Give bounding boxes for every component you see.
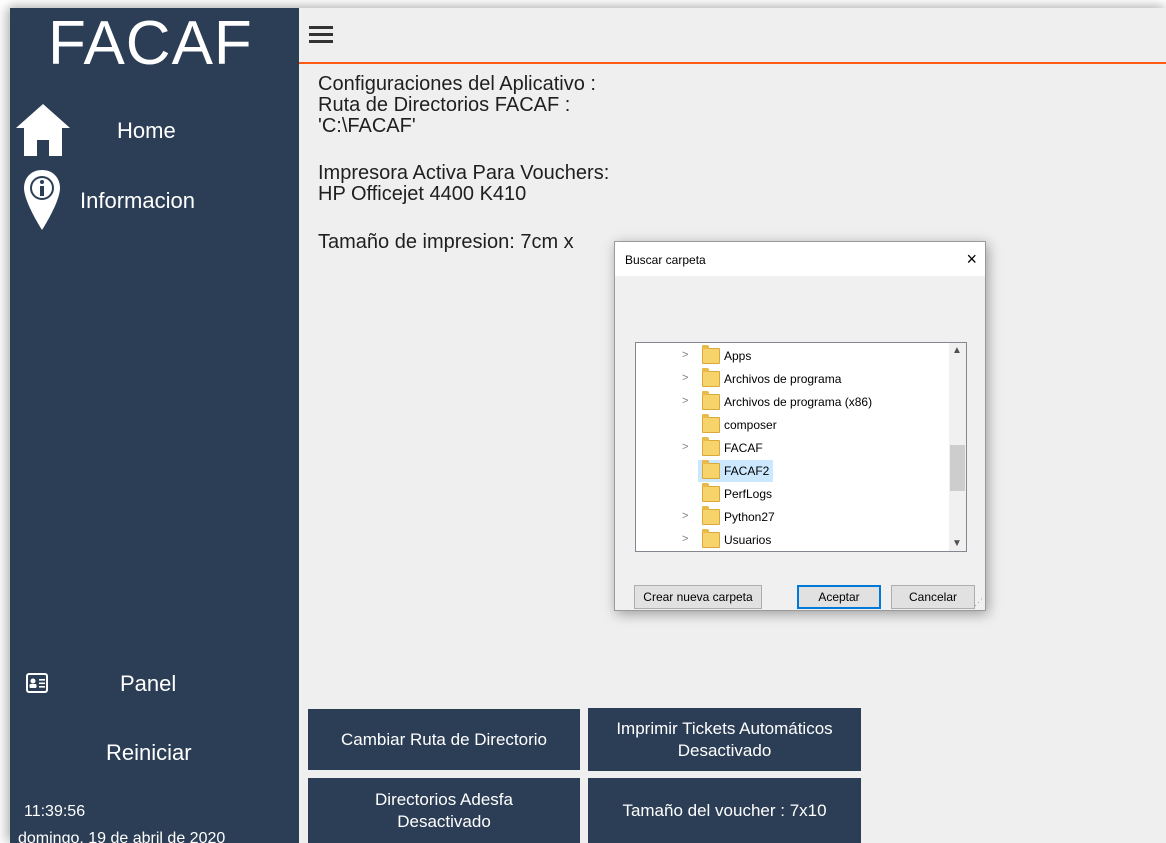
change-directory-button[interactable]: Cambiar Ruta de Directorio bbox=[308, 709, 580, 770]
folder-tree[interactable]: > Apps > Archivos de programa > Archivos… bbox=[635, 342, 967, 552]
info-line: Tamaño de impresion: 7cm x bbox=[318, 231, 574, 253]
chevron-right-icon[interactable]: > bbox=[682, 372, 690, 384]
tree-item-label: Archivos de programa bbox=[724, 372, 842, 386]
clock-time: 11:39:56 bbox=[24, 803, 86, 820]
hamburger-icon[interactable] bbox=[309, 26, 333, 44]
sidebar-item-reiniciar[interactable]: Reiniciar bbox=[10, 730, 299, 790]
info-pin-icon bbox=[24, 170, 60, 230]
info-line bbox=[318, 205, 609, 226]
id-card-icon bbox=[26, 673, 48, 693]
sidebar-item-label: Reiniciar bbox=[106, 740, 192, 765]
chevron-right-icon[interactable]: > bbox=[682, 533, 690, 545]
close-icon[interactable]: × bbox=[966, 249, 977, 270]
folder-icon bbox=[702, 483, 720, 502]
info-line: Impresora Activa Para Vouchers: bbox=[318, 162, 610, 184]
info-line: Ruta de Directorios FACAF : bbox=[318, 94, 571, 116]
settings-info: Configuraciones del Aplicativo : Ruta de… bbox=[318, 74, 609, 253]
folder-icon bbox=[702, 345, 720, 364]
scroll-down-icon[interactable]: ▼ bbox=[952, 538, 962, 549]
resize-grip-icon[interactable]: ⋰ bbox=[974, 597, 983, 608]
button-label: Imprimir Tickets Automáticos Desactivado bbox=[616, 718, 833, 760]
cancel-button[interactable]: Cancelar bbox=[891, 585, 975, 609]
sidebar: FACAF Home Informacion Panel Reiniciar 1… bbox=[10, 8, 299, 843]
sidebar-item-informacion[interactable]: Informacion bbox=[10, 168, 299, 230]
button-label: Directorios Adesfa Desactivado bbox=[375, 789, 513, 831]
button-label: Cambiar Ruta de Directorio bbox=[341, 729, 547, 749]
scroll-up-icon[interactable]: ▲ bbox=[952, 345, 962, 356]
tree-item-apps[interactable]: > Apps bbox=[636, 345, 948, 367]
folder-icon bbox=[702, 460, 720, 479]
tree-scrollbar[interactable]: ▲ ▼ bbox=[949, 343, 966, 551]
voucher-size-button[interactable]: Tamaño del voucher : 7x10 bbox=[588, 778, 861, 843]
top-bar bbox=[299, 8, 1166, 64]
button-label: Crear nueva carpeta bbox=[643, 590, 753, 604]
info-line: Configuraciones del Aplicativo : bbox=[318, 73, 596, 95]
brand-logo: FACAF bbox=[48, 9, 253, 78]
info-line bbox=[318, 137, 609, 158]
app-window: FACAF Home Informacion Panel Reiniciar 1… bbox=[10, 8, 1166, 843]
chevron-right-icon[interactable]: > bbox=[682, 510, 690, 522]
folder-icon bbox=[702, 437, 720, 456]
button-label: Cancelar bbox=[908, 590, 958, 604]
tree-item-archivos-de-programa-x86[interactable]: > Archivos de programa (x86) bbox=[636, 391, 948, 413]
folder-icon bbox=[702, 391, 720, 410]
info-line: HP Officejet 4400 K410 bbox=[318, 183, 527, 205]
sidebar-item-panel[interactable]: Panel bbox=[10, 663, 299, 723]
browse-folder-dialog: Buscar carpeta × > Apps > Archivos de pr… bbox=[614, 241, 986, 611]
sidebar-item-label: Informacion bbox=[80, 188, 195, 213]
folder-icon bbox=[702, 506, 720, 525]
tree-item-facaf2[interactable]: FACAF2 bbox=[636, 460, 948, 482]
chevron-right-icon[interactable]: > bbox=[682, 349, 690, 361]
tree-item-perflogs[interactable]: PerfLogs bbox=[636, 483, 948, 505]
tree-item-facaf[interactable]: > FACAF bbox=[636, 437, 948, 459]
sidebar-item-label: Home bbox=[117, 118, 176, 143]
tree-item-label: Archivos de programa (x86) bbox=[724, 395, 873, 409]
adesfa-directories-toggle-button[interactable]: Directorios Adesfa Desactivado bbox=[308, 778, 580, 843]
chevron-right-icon[interactable]: > bbox=[682, 441, 690, 453]
print-tickets-toggle-button[interactable]: Imprimir Tickets Automáticos Desactivado bbox=[588, 708, 861, 771]
dialog-title-bar[interactable]: Buscar carpeta × bbox=[615, 242, 985, 276]
button-label: Tamaño del voucher : 7x10 bbox=[622, 800, 827, 820]
folder-icon bbox=[702, 414, 720, 433]
scrollbar-thumb[interactable] bbox=[950, 445, 965, 491]
folder-icon bbox=[702, 368, 720, 387]
home-icon bbox=[16, 104, 70, 156]
new-folder-button[interactable]: Crear nueva carpeta bbox=[634, 585, 762, 609]
tree-item-usuarios[interactable]: > Usuarios bbox=[636, 529, 948, 551]
clock-date: domingo, 19 de abril de 2020 bbox=[18, 830, 226, 843]
accept-button[interactable]: Aceptar bbox=[797, 585, 881, 609]
button-label: Aceptar bbox=[818, 590, 860, 604]
tree-item-python27[interactable]: > Python27 bbox=[636, 506, 948, 528]
tree-item-archivos-de-programa[interactable]: > Archivos de programa bbox=[636, 368, 948, 390]
info-line: 'C:\FACAF' bbox=[318, 115, 416, 137]
dialog-title: Buscar carpeta bbox=[625, 253, 706, 267]
chevron-right-icon[interactable]: > bbox=[682, 395, 690, 407]
folder-icon bbox=[702, 529, 720, 548]
sidebar-item-label: Panel bbox=[120, 671, 177, 696]
tree-item-composer[interactable]: composer bbox=[636, 414, 948, 436]
sidebar-item-home[interactable]: Home bbox=[10, 100, 299, 160]
